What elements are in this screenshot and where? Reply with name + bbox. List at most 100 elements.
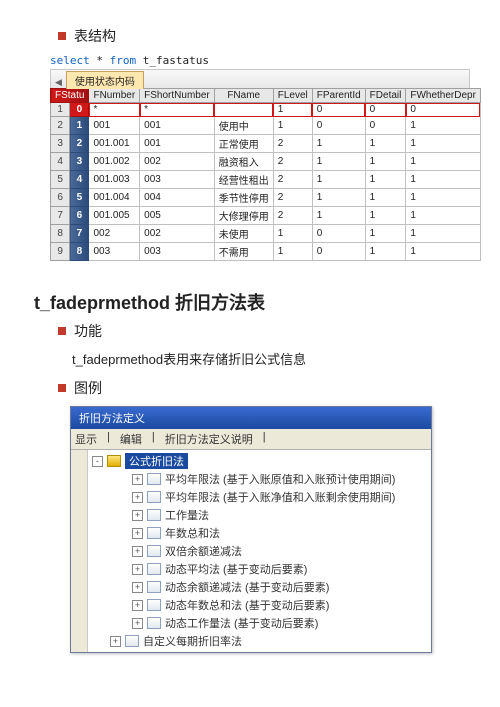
table-row[interactable]: 76001.005005大修理停用2111 <box>51 207 481 225</box>
cell: 1 <box>312 189 365 207</box>
depr-method-tree[interactable]: -公式折旧法 + 平均年限法 (基于入账原值和入账预计使用期间)+平均年限法 (基于… <box>88 450 431 652</box>
expand-icon[interactable]: + <box>132 618 143 629</box>
document-icon <box>147 473 161 485</box>
table-row[interactable]: 32001.001001正常使用2111 <box>51 135 481 153</box>
tree-node[interactable]: +双倍余额递减法 <box>132 542 427 560</box>
cell: 002 <box>140 225 215 243</box>
menu-item[interactable]: 编辑 <box>120 431 142 447</box>
document-icon <box>147 617 161 629</box>
tree-node-label: 动态余额递减法 (基于变动后要素) <box>165 579 329 595</box>
menu-item[interactable]: 折旧方法定义说明 <box>165 431 253 447</box>
cell: 1 <box>365 135 406 153</box>
row-number: 7 <box>51 207 70 225</box>
grid-header: FName <box>214 89 273 103</box>
grid-corner: FStatu <box>51 89 89 103</box>
tree-node-label: 平均年限法 (基于入账原值和入账预计使用期间) <box>165 471 395 487</box>
row-gutter: 7 <box>70 225 89 243</box>
label-table-structure: 表结构 <box>74 26 116 46</box>
cell: 1 <box>312 207 365 225</box>
result-tab-strip: ◀ 使用状态内码 <box>50 69 470 88</box>
cell: 2 <box>273 171 312 189</box>
expand-icon[interactable]: + <box>132 492 143 503</box>
grid-header: FNumber <box>89 89 140 103</box>
row-number: 2 <box>51 117 70 135</box>
function-description: t_fadeprmethod表用来存储折旧公式信息 <box>72 349 470 368</box>
grid-header: FDetail <box>365 89 406 103</box>
cell: 001.004 <box>89 189 140 207</box>
cell: 1 <box>406 207 481 225</box>
document-icon <box>147 545 161 557</box>
cell: 使用中 <box>214 117 273 135</box>
cell: 经营性租出 <box>214 171 273 189</box>
document-icon <box>147 527 161 539</box>
row-number: 9 <box>51 243 70 261</box>
table-row[interactable]: 10**1000 <box>51 103 481 117</box>
grid-header: FWhetherDepr <box>406 89 481 103</box>
cell: 1 <box>312 171 365 189</box>
cell: 季节性停用 <box>214 189 273 207</box>
table-row[interactable]: 65001.004004季节性停用2111 <box>51 189 481 207</box>
tree-node[interactable]: +动态平均法 (基于变动后要素) <box>132 560 427 578</box>
cell: 1 <box>273 103 312 117</box>
tree-node-label: 动态工作量法 (基于变动后要素) <box>165 615 318 631</box>
cell: 2 <box>273 135 312 153</box>
cell: 001 <box>89 117 140 135</box>
bullet-icon <box>58 32 66 40</box>
tree-node[interactable]: +平均年限法 (基于入账净值和入账剩余使用期间) <box>132 488 427 506</box>
tree-node[interactable]: +年数总和法 <box>132 524 427 542</box>
tree-node[interactable]: + 动态年数总和法 (基于变动后要素) <box>132 596 427 614</box>
cell: * <box>140 103 215 117</box>
cell: 1 <box>406 189 481 207</box>
label-function: 功能 <box>74 321 102 341</box>
cell: 001.001 <box>89 135 140 153</box>
table-row[interactable]: 87002002未使用1011 <box>51 225 481 243</box>
document-icon <box>147 581 161 593</box>
document-icon <box>147 509 161 521</box>
cell: 1 <box>365 225 406 243</box>
tree-node[interactable]: + 动态工作量法 (基于变动后要素) <box>132 614 427 632</box>
expand-icon[interactable]: + <box>132 510 143 521</box>
document-icon <box>147 491 161 503</box>
folder-icon <box>107 455 121 467</box>
cell: 大修理停用 <box>214 207 273 225</box>
row-number: 5 <box>51 171 70 189</box>
tree-node-label: 动态年数总和法 (基于变动后要素) <box>165 597 329 613</box>
expand-icon[interactable]: + <box>132 582 143 593</box>
table-row[interactable]: 21001001使用中1001 <box>51 117 481 135</box>
expand-icon[interactable]: + <box>110 636 121 647</box>
collapse-icon[interactable]: - <box>92 456 103 467</box>
bullet-function: 功能 <box>58 321 470 341</box>
cell: 003 <box>140 243 215 261</box>
bullet-legend: 图例 <box>58 378 470 398</box>
row-number: 6 <box>51 189 70 207</box>
cell: 0 <box>406 103 481 117</box>
expand-icon[interactable]: + <box>132 528 143 539</box>
row-number: 4 <box>51 153 70 171</box>
row-gutter: 4 <box>70 171 89 189</box>
tree-node[interactable]: + 动态余额递减法 (基于变动后要素) <box>132 578 427 596</box>
menu-item[interactable]: 显示 <box>75 431 97 447</box>
cell: 1 <box>406 117 481 135</box>
table-row[interactable]: 54001.003003经营性租出2111 <box>51 171 481 189</box>
row-gutter: 8 <box>70 243 89 261</box>
grid-header: FParentId <box>312 89 365 103</box>
tree-node[interactable]: + 平均年限法 (基于入账原值和入账预计使用期间) <box>132 470 427 488</box>
expand-icon[interactable]: + <box>132 546 143 557</box>
result-tab[interactable]: 使用状态内码 <box>66 71 144 89</box>
table-row[interactable]: 98003003不需用1011 <box>51 243 481 261</box>
cell: 003 <box>140 171 215 189</box>
tree-node[interactable]: + 工作量法 <box>132 506 427 524</box>
cell: 002 <box>89 225 140 243</box>
expand-icon[interactable]: + <box>132 474 143 485</box>
row-number: 1 <box>51 103 70 117</box>
tree-node-label: 工作量法 <box>165 507 209 523</box>
expand-icon[interactable]: + <box>132 600 143 611</box>
tree-node[interactable]: +自定义每期折旧率法 <box>110 632 427 650</box>
tree-node[interactable]: -公式折旧法 <box>92 452 427 470</box>
result-grid: FStatuFNumberFShortNumberFNameFLevelFPar… <box>50 88 481 261</box>
expand-icon[interactable]: + <box>132 564 143 575</box>
cell: 001.003 <box>89 171 140 189</box>
table-row[interactable]: 43001.002002融资租入2111 <box>51 153 481 171</box>
row-number: 8 <box>51 225 70 243</box>
row-gutter: 2 <box>70 135 89 153</box>
